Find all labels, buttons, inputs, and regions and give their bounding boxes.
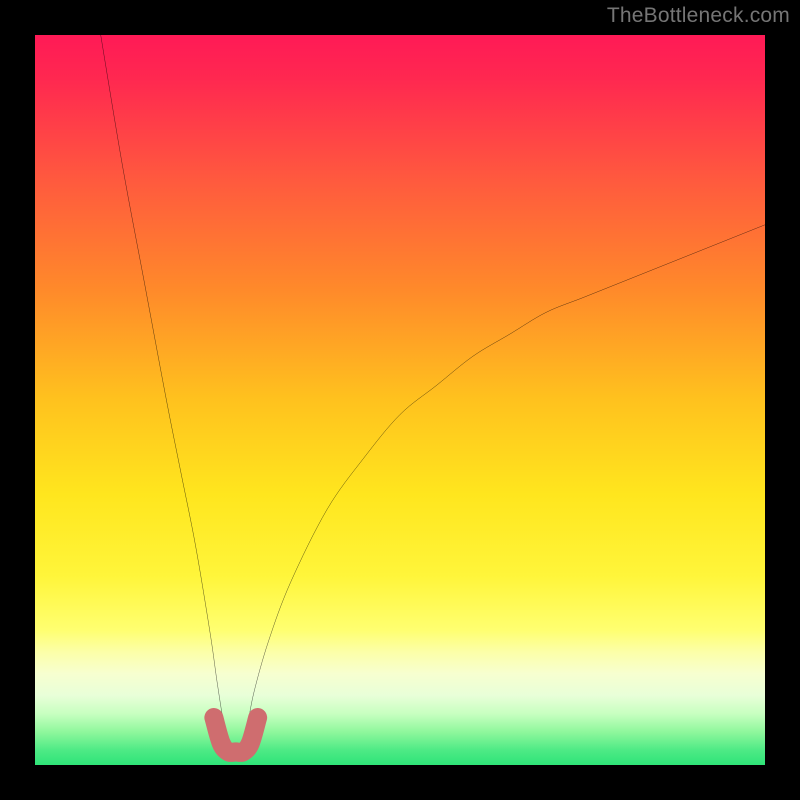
curve-layer — [35, 35, 765, 765]
watermark-text: TheBottleneck.com — [607, 4, 790, 28]
plot-area — [35, 35, 765, 765]
outer-black-frame: TheBottleneck.com — [0, 0, 800, 800]
bottleneck-curve — [101, 35, 765, 753]
flat-bottom-highlight — [214, 718, 258, 753]
